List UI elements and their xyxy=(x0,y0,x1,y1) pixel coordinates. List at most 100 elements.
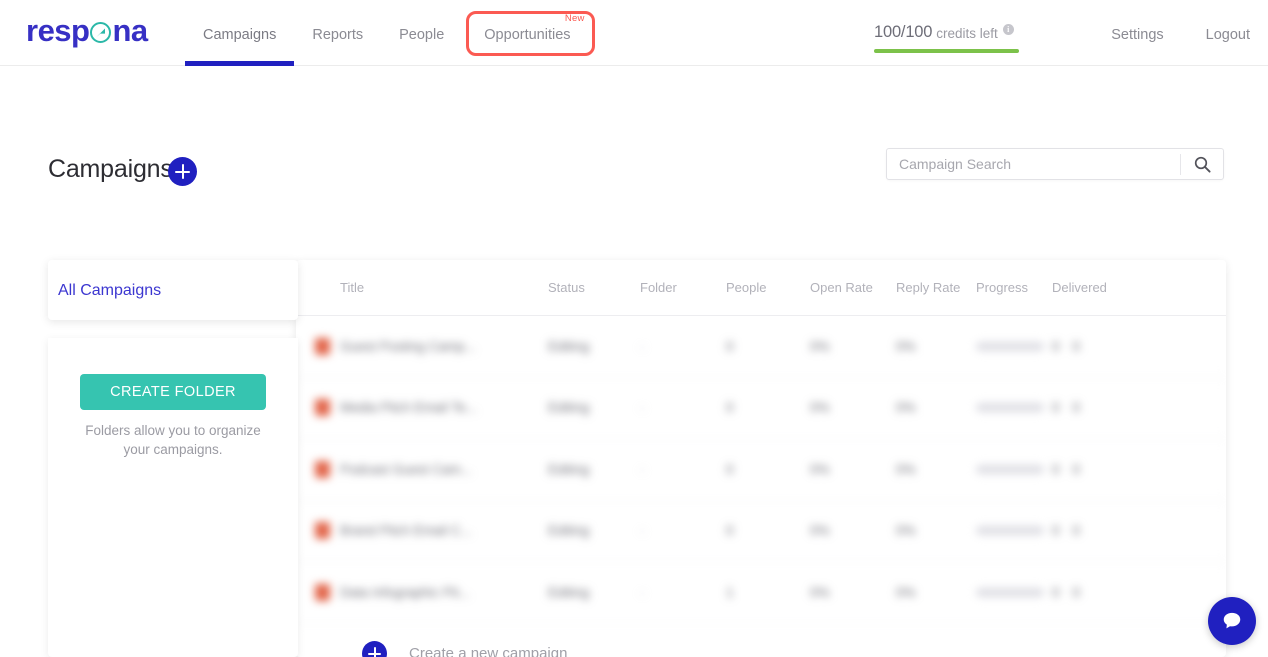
cell-title: Media Pitch Email Te... xyxy=(340,400,478,416)
progress-bar xyxy=(976,526,1044,536)
delivered-count-a: 0 xyxy=(1052,338,1060,354)
cell-reply-rate: 0% xyxy=(896,523,916,539)
cell-reply-rate: 0% xyxy=(896,461,916,477)
cell-status: Editing xyxy=(548,523,590,539)
secondary-nav: Settings Logout xyxy=(1111,27,1250,43)
column-header-progress[interactable]: Progress xyxy=(976,280,1052,295)
logo-text-pre: resp xyxy=(26,13,90,48)
delivered-count-a: 0 xyxy=(1052,523,1060,539)
cell-folder: - xyxy=(640,461,645,477)
column-header-title[interactable]: Title xyxy=(340,280,548,295)
credits-progress-fill xyxy=(874,49,1019,53)
info-icon[interactable]: i xyxy=(1002,24,1014,35)
top-navigation-bar: resp na Campaigns Reports People New Oppo… xyxy=(0,0,1268,66)
credits-meter: 100/100 credits left i xyxy=(874,23,1022,53)
delivered-count-a: 0 xyxy=(1052,400,1060,416)
table-header-row: Title Status Folder People Open Rate Rep… xyxy=(296,260,1226,316)
nav-item-reports[interactable]: Reports xyxy=(294,0,381,66)
cell-people: 0 xyxy=(726,523,734,539)
cell-title: Data Infographic Pit... xyxy=(340,584,470,600)
campaigns-table-card: Title Status Folder People Open Rate Rep… xyxy=(296,260,1226,657)
folder-help-text: Folders allow you to organize your campa… xyxy=(85,423,261,457)
credits-label: credits left xyxy=(936,26,998,41)
cell-open-rate: 0% xyxy=(810,338,830,354)
primary-nav: Campaigns Reports People New Opportuniti… xyxy=(185,0,599,66)
credits-amount: 100/100 xyxy=(874,23,933,41)
cell-title: Brand Pitch Email C... xyxy=(340,523,473,539)
table-row[interactable]: Guest Posting Camp... Editing - 0 0% 0% … xyxy=(296,316,1226,378)
nav-label-campaigns: Campaigns xyxy=(203,27,277,43)
cell-delivered: 0 0 xyxy=(1052,523,1132,538)
table-row[interactable]: Podcast Guest Cam... Editing - 0 0% 0% 0… xyxy=(296,439,1226,501)
sidebar-item-all-campaigns[interactable]: All Campaigns xyxy=(48,282,298,300)
campaign-icon xyxy=(304,522,340,540)
cell-progress xyxy=(976,464,1052,474)
nav-item-campaigns[interactable]: Campaigns xyxy=(185,0,295,66)
cell-status: Editing xyxy=(548,584,590,600)
campaign-icon xyxy=(304,583,340,601)
nav-item-logout[interactable]: Logout xyxy=(1206,27,1250,43)
table-row[interactable]: Data Infographic Pit... Editing - 1 0% 0… xyxy=(296,562,1226,624)
delivered-count-b: 0 xyxy=(1072,584,1081,600)
cell-delivered: 0 0 xyxy=(1052,462,1132,477)
cell-folder: - xyxy=(640,338,645,354)
nav-item-settings[interactable]: Settings xyxy=(1111,27,1163,43)
table-row[interactable]: Media Pitch Email Te... Editing - 0 0% 0… xyxy=(296,378,1226,439)
cell-status: Editing xyxy=(548,461,590,477)
cell-people: 1 xyxy=(726,584,734,600)
campaign-icon xyxy=(304,460,340,478)
search-input[interactable] xyxy=(887,156,1180,172)
cell-open-rate: 0% xyxy=(810,461,830,477)
delivered-count-b: 0 xyxy=(1072,523,1081,539)
cell-title: Podcast Guest Cam... xyxy=(340,461,473,477)
delivered-count-b: 0 xyxy=(1072,461,1081,477)
column-header-people[interactable]: People xyxy=(726,280,810,295)
respona-logo[interactable]: resp na xyxy=(26,15,148,46)
cell-progress xyxy=(976,587,1052,597)
cell-progress xyxy=(976,526,1052,536)
cell-reply-rate: 0% xyxy=(896,338,916,354)
column-header-status[interactable]: Status xyxy=(548,280,640,295)
nav-item-opportunities[interactable]: New Opportunities xyxy=(462,0,598,66)
cell-people: 0 xyxy=(726,338,734,354)
nav-label-reports: Reports xyxy=(312,27,364,43)
campaign-icon xyxy=(304,337,340,355)
cell-open-rate: 0% xyxy=(810,400,830,416)
folders-panel: CREATE FOLDER Folders allow you to organ… xyxy=(48,338,298,657)
cell-title: Guest Posting Camp... xyxy=(340,338,476,354)
create-new-campaign-row[interactable]: Create a new campaign xyxy=(296,624,1226,657)
cell-delivered: 0 0 xyxy=(1052,400,1132,415)
new-badge: New xyxy=(564,13,585,24)
create-folder-button[interactable]: CREATE FOLDER xyxy=(80,374,266,410)
chat-bubble-icon xyxy=(1223,612,1241,629)
chat-widget-button[interactable] xyxy=(1208,597,1256,645)
page-header-row: Campaigns xyxy=(0,148,1268,205)
search-icon[interactable] xyxy=(1181,156,1223,173)
delivered-count-a: 0 xyxy=(1052,584,1060,600)
nav-label-people: People xyxy=(399,27,445,43)
progress-bar xyxy=(976,464,1044,474)
page-title: Campaigns xyxy=(48,155,173,183)
cell-open-rate: 0% xyxy=(810,584,830,600)
cell-folder: - xyxy=(640,584,645,600)
cell-delivered: 0 0 xyxy=(1052,339,1132,354)
delivered-count-a: 0 xyxy=(1052,461,1060,477)
logo-text-post: na xyxy=(112,13,148,48)
cell-progress xyxy=(976,403,1052,413)
cell-people: 0 xyxy=(726,400,734,416)
column-header-reply-rate[interactable]: Reply Rate xyxy=(896,280,976,295)
cell-status: Editing xyxy=(548,400,590,416)
cell-delivered: 0 0 xyxy=(1052,585,1132,600)
cell-open-rate: 0% xyxy=(810,523,830,539)
column-header-folder[interactable]: Folder xyxy=(640,280,726,295)
campaign-icon xyxy=(304,399,340,417)
add-campaign-button[interactable] xyxy=(168,157,197,186)
logo-leaf-circle-icon xyxy=(90,22,112,43)
campaign-search-box xyxy=(886,148,1224,180)
create-new-campaign-label: Create a new campaign xyxy=(409,645,568,657)
nav-item-people[interactable]: People xyxy=(381,0,462,66)
column-header-delivered[interactable]: Delivered xyxy=(1052,280,1132,295)
delivered-count-b: 0 xyxy=(1072,400,1081,416)
column-header-open-rate[interactable]: Open Rate xyxy=(810,280,896,295)
table-row[interactable]: Brand Pitch Email C... Editing - 0 0% 0%… xyxy=(296,501,1226,562)
